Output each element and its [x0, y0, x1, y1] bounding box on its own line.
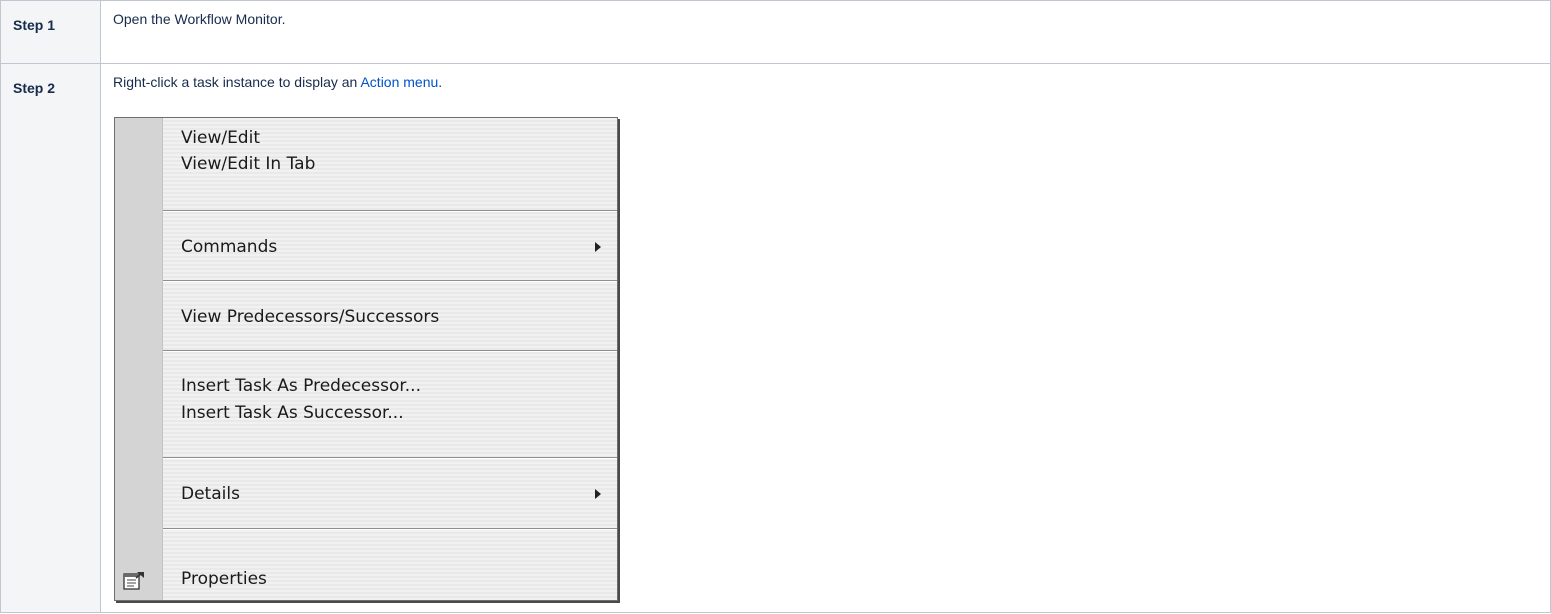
- step-row: Step 1 Open the Workflow Monitor.: [0, 0, 1551, 64]
- action-context-menu: View/Edit View/Edit In Tab Commands View…: [114, 117, 618, 601]
- menu-item-details[interactable]: Details: [181, 481, 601, 507]
- menu-separator: [163, 350, 617, 352]
- menu-item-view-edit[interactable]: View/Edit: [181, 125, 601, 151]
- properties-icon: [123, 572, 144, 590]
- menu-icon-gutter: [115, 118, 163, 600]
- submenu-arrow-icon: [595, 242, 601, 252]
- submenu-arrow-icon: [595, 489, 601, 499]
- step-text: Open the Workflow Monitor.: [113, 11, 286, 27]
- step-label: Step 1: [0, 0, 101, 64]
- menu-separator: [163, 528, 617, 530]
- step-label: Step 2: [0, 63, 101, 613]
- menu-item-view-predecessors-successors[interactable]: View Predecessors/Successors: [181, 304, 601, 330]
- action-menu-link[interactable]: Action menu: [360, 74, 438, 90]
- menu-separator: [163, 210, 617, 212]
- menu-item-label: Commands: [181, 237, 278, 257]
- menu-item-label: Details: [181, 484, 240, 504]
- menu-item-commands[interactable]: Commands: [181, 234, 601, 260]
- step-instruction: Open the Workflow Monitor.: [100, 0, 1551, 64]
- step-text: Right-click a task instance to display a…: [113, 74, 361, 90]
- menu-item-insert-task-as-predecessor[interactable]: Insert Task As Predecessor...: [181, 373, 601, 399]
- menu-item-properties[interactable]: Properties: [181, 566, 601, 592]
- step-text-end: .: [438, 74, 443, 90]
- menu-separator: [163, 457, 617, 459]
- menu-item-insert-task-as-successor[interactable]: Insert Task As Successor...: [181, 400, 601, 426]
- menu-item-view-edit-in-tab[interactable]: View/Edit In Tab: [181, 151, 601, 177]
- menu-separator: [163, 280, 617, 282]
